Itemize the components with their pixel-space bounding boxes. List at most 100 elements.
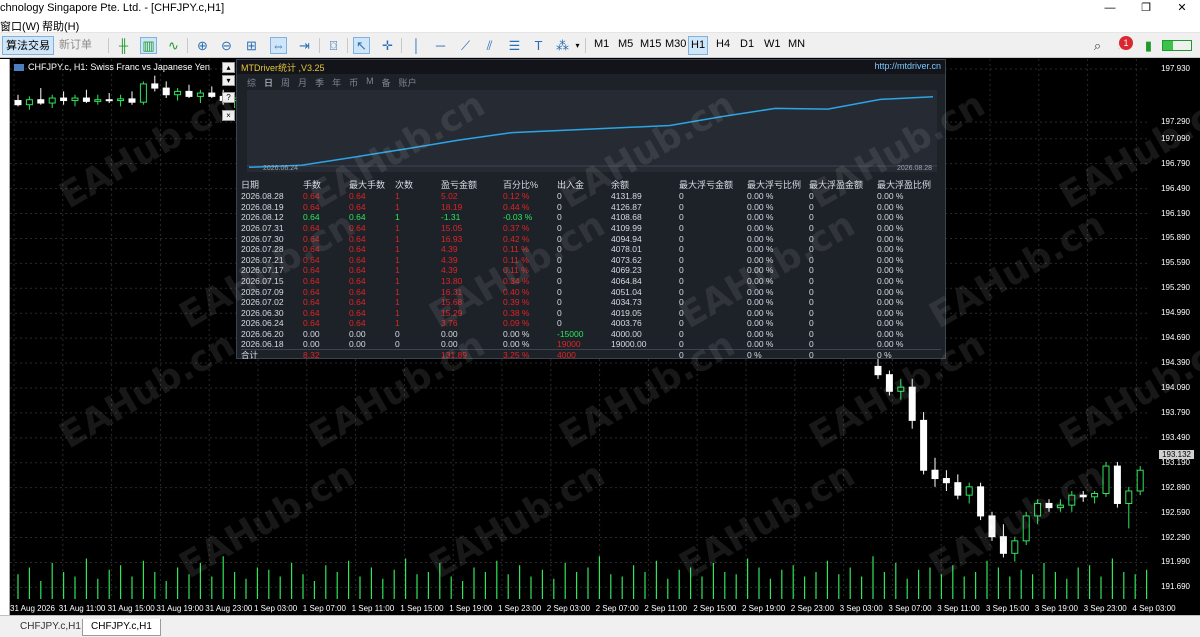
- menu-window[interactable]: 窗口(W): [0, 18, 40, 34]
- table-cell: 0: [557, 286, 562, 297]
- timeframe-w1[interactable]: W1: [764, 38, 781, 50]
- algo-trading-button[interactable]: 算法交易: [2, 36, 54, 55]
- table-cell: 0.00 %: [877, 265, 904, 276]
- table-cell: 4126.87: [611, 201, 642, 212]
- chevron-down-icon[interactable]: ▾: [569, 37, 586, 54]
- menu-help[interactable]: 帮助(H): [42, 18, 79, 34]
- chart-props-icon[interactable]: ?: [222, 92, 235, 103]
- table-cell: 0.00 %: [747, 233, 774, 244]
- text-icon[interactable]: T: [530, 37, 547, 54]
- timeframe-m15[interactable]: M15: [640, 38, 661, 50]
- price-tick-label: 192.290: [1161, 532, 1190, 542]
- panel-tab[interactable]: 年: [332, 76, 341, 90]
- price-chart[interactable]: CHFJPY.c, H1: Swiss Franc vs Japanese Ye…: [10, 59, 1200, 615]
- auto-scroll-icon[interactable]: ⇔: [270, 37, 287, 54]
- candle-bull: [1102, 465, 1110, 494]
- candle-bear: [988, 515, 996, 538]
- screenshot-icon[interactable]: ⌼: [325, 37, 342, 54]
- panel-tab[interactable]: 月: [298, 76, 307, 90]
- chart-tab-2[interactable]: CHFJPY.c,H1: [82, 619, 161, 636]
- candle-bear: [151, 83, 159, 89]
- table-cell: 0: [679, 297, 684, 308]
- bar-chart-icon[interactable]: ╫: [115, 37, 132, 54]
- panel-tab[interactable]: 综: [247, 76, 256, 90]
- panel-tab[interactable]: 账户: [399, 76, 417, 90]
- table-cell: 0.00 %: [877, 201, 904, 212]
- table-cell: 0: [809, 254, 814, 265]
- table-row: 2026.07.21 0.64 0.64 1 4.39 0.11 % 0 4073.62 0 0.…: [241, 255, 941, 266]
- crosshair-icon[interactable]: ✛: [379, 37, 396, 54]
- new-order-button[interactable]: 新订单: [56, 36, 95, 55]
- candlestick-icon[interactable]: ▥: [140, 37, 157, 54]
- minimize-button[interactable]: —: [1092, 0, 1128, 16]
- panel-tab[interactable]: 日: [264, 76, 273, 90]
- chart-tab-1[interactable]: CHFJPY.c,H1: [12, 619, 89, 636]
- scroll-up-icon[interactable]: ▴: [222, 62, 235, 73]
- candle-bear: [1045, 502, 1053, 509]
- table-cell: 0.00 %: [747, 254, 774, 265]
- scroll-down-icon[interactable]: ▾: [222, 75, 235, 86]
- table-cell: 0: [679, 339, 684, 350]
- table-cell: 0: [557, 297, 562, 308]
- time-tick-label: 3 Sep 23:00: [1083, 604, 1127, 613]
- equity-line: [248, 95, 934, 169]
- search-icon[interactable]: ⌕: [1089, 37, 1106, 54]
- panel-url-link[interactable]: http://mtdriver.cn: [874, 61, 941, 71]
- table-cell: 2026.07.21: [241, 254, 284, 265]
- zoom-out-icon[interactable]: ⊖: [218, 37, 235, 54]
- time-tick-label: 1 Sep 11:00: [351, 604, 395, 613]
- table-cell: 0: [679, 307, 684, 318]
- timeframe-mn[interactable]: MN: [788, 38, 805, 50]
- restore-button[interactable]: ❐: [1128, 0, 1164, 16]
- line-chart-icon[interactable]: ∿: [165, 37, 182, 54]
- grid-icon[interactable]: ⊞: [243, 37, 260, 54]
- vertical-line-icon[interactable]: │: [408, 37, 425, 54]
- panel-tab[interactable]: 季: [315, 76, 324, 90]
- table-cell: 0: [809, 307, 814, 318]
- table-cell: 0: [395, 339, 400, 350]
- close-button[interactable]: ✕: [1164, 0, 1200, 16]
- table-cell: 0: [557, 212, 562, 223]
- panel-tab[interactable]: 币: [349, 76, 358, 90]
- table-cell: 4.39: [441, 254, 458, 265]
- timeframe-h1[interactable]: H1: [688, 36, 709, 55]
- panel-tab[interactable]: M: [366, 76, 374, 90]
- channel-icon[interactable]: ⫽: [481, 37, 498, 54]
- table-cell: 0: [679, 244, 684, 255]
- timeframe-d1[interactable]: D1: [740, 38, 754, 50]
- candle-bear: [874, 365, 882, 376]
- table-cell: 0.34 %: [503, 276, 530, 287]
- table-cell: 2026.08.28: [241, 191, 284, 202]
- timeframe-m30[interactable]: M30: [665, 38, 686, 50]
- timeframe-m1[interactable]: M1: [594, 38, 609, 50]
- table-cell: 0.00 %: [503, 329, 530, 340]
- fibonacci-icon[interactable]: ☰: [506, 37, 523, 54]
- window-title: chnology Singapore Pte. Ltd. - [CHFJPY.c…: [0, 2, 225, 14]
- zoom-in-icon[interactable]: ⊕: [194, 37, 211, 54]
- timeframe-m5[interactable]: M5: [618, 38, 633, 50]
- signal-icon[interactable]: ▮: [1140, 37, 1157, 54]
- table-cell: 2026.07.30: [241, 233, 284, 244]
- column-header: 日期: [241, 179, 260, 190]
- chart-close-icon[interactable]: ×: [222, 110, 235, 121]
- panel-tab[interactable]: 周: [281, 76, 290, 90]
- candle-bear: [14, 100, 22, 106]
- table-cell: 0.00 %: [877, 286, 904, 297]
- trendline-icon[interactable]: ⟋: [457, 37, 474, 54]
- candle-bear: [185, 90, 193, 97]
- table-cell: 0.64: [349, 307, 366, 318]
- table-cell: 131.89: [441, 349, 503, 361]
- table-cell: 4.39: [441, 244, 458, 255]
- panel-tab[interactable]: 备: [382, 76, 391, 90]
- table-cell: 0: [809, 329, 814, 340]
- equity-end-date: 2026.08.28: [897, 165, 933, 172]
- timeframe-h4[interactable]: H4: [716, 38, 730, 50]
- mtdriver-stats-panel[interactable]: MTDriver统计 ,V3.25 http://mtdriver.cn 综日周…: [236, 59, 946, 361]
- table-cell: 0: [809, 233, 814, 244]
- cursor-icon[interactable]: ↖: [353, 37, 370, 54]
- table-cell: 0: [679, 233, 684, 244]
- table-cell: 0.00: [349, 329, 366, 340]
- table-cell: 0.64: [349, 223, 366, 234]
- horizontal-line-icon[interactable]: ─: [432, 37, 449, 54]
- chart-shift-icon[interactable]: ⇥: [296, 37, 313, 54]
